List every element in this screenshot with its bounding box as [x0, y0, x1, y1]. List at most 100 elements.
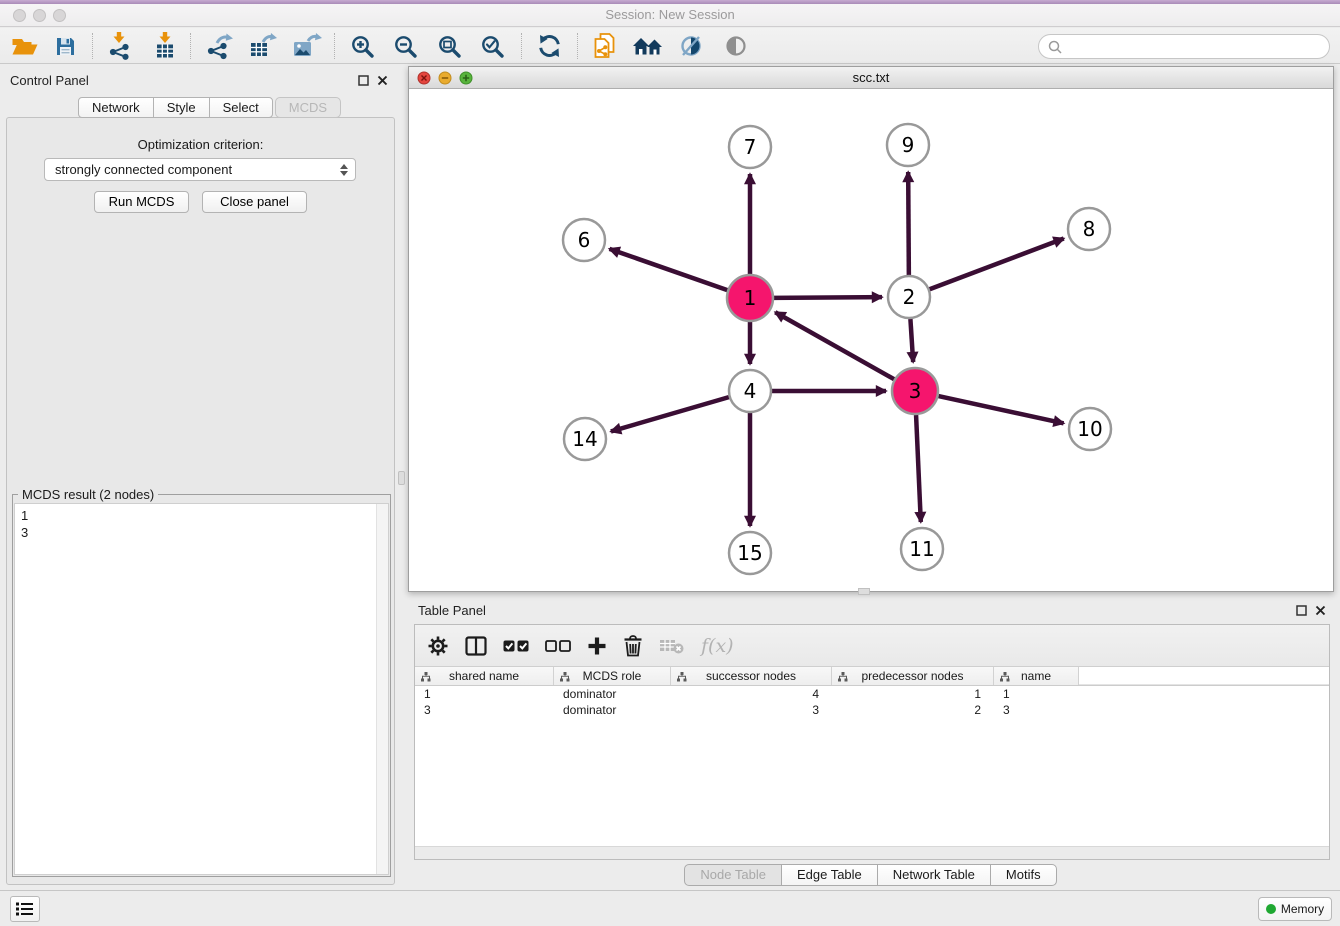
frame-close-button[interactable]: [417, 71, 431, 88]
import-table-button[interactable]: [146, 31, 184, 61]
export-table-button[interactable]: [244, 31, 282, 61]
zoom-in-button[interactable]: [343, 31, 381, 61]
deselect-all-button[interactable]: [545, 638, 571, 654]
table-tab-network-table[interactable]: Network Table: [877, 864, 991, 886]
search-box[interactable]: [1038, 34, 1330, 59]
delete-row-button[interactable]: [623, 635, 643, 657]
table-cell[interactable]: 3: [415, 702, 554, 718]
table-cell[interactable]: 1: [832, 686, 994, 702]
apply-layout-button[interactable]: [530, 31, 568, 61]
network-frame-titlebar[interactable]: scc.txt: [409, 67, 1333, 89]
column-sort-icon: [560, 671, 570, 685]
graph-edge-4-14[interactable]: [611, 397, 729, 431]
zoom-fit-button[interactable]: [430, 31, 468, 61]
result-scrollbar[interactable]: [376, 504, 388, 874]
graph-node-10[interactable]: 10: [1069, 408, 1111, 450]
graph-edge-2-8[interactable]: [930, 239, 1064, 290]
graph-node-8[interactable]: 8: [1068, 208, 1110, 250]
table-tab-node-table[interactable]: Node Table: [684, 864, 782, 886]
close-panel-button[interactable]: Close panel: [202, 191, 307, 213]
function-builder-button[interactable]: f(x): [701, 635, 734, 657]
window-title: Session: New Session: [0, 7, 1340, 22]
table-cell[interactable]: 4: [671, 686, 832, 702]
table-cell[interactable]: 3: [671, 702, 832, 718]
frame-minimize-button[interactable]: [438, 71, 452, 88]
export-image-button[interactable]: [288, 31, 326, 61]
search-input[interactable]: [1067, 37, 1329, 57]
graph-node-label: 2: [903, 285, 916, 309]
graph-node-15[interactable]: 15: [729, 532, 771, 574]
show-column-button[interactable]: [465, 636, 487, 656]
graph-node-label: 3: [909, 379, 922, 403]
column-header-shared-name[interactable]: shared name: [415, 667, 554, 685]
graph-node-4[interactable]: 4: [729, 370, 771, 412]
graph-node-3[interactable]: 3: [892, 368, 938, 414]
zoom-fit-icon: [437, 34, 462, 59]
zoom-selected-button[interactable]: [473, 31, 511, 61]
float-table-panel-icon[interactable]: [1296, 605, 1307, 616]
mcds-result-line: 1: [21, 507, 382, 524]
open-session-button[interactable]: [6, 31, 44, 61]
close-panel-icon[interactable]: [377, 75, 388, 86]
show-graphics-details-button[interactable]: [717, 31, 755, 61]
clone-network-button[interactable]: [586, 31, 624, 61]
table-cell[interactable]: dominator: [554, 702, 671, 718]
save-session-button[interactable]: [46, 31, 84, 61]
column-header-name[interactable]: name: [994, 667, 1079, 685]
control-panel-tab-mcds[interactable]: MCDS: [275, 97, 341, 118]
table-cell[interactable]: 1: [415, 686, 554, 702]
table-tab-motifs[interactable]: Motifs: [990, 864, 1057, 886]
table-row[interactable]: 1dominator411: [415, 686, 1329, 702]
column-header-MCDS-role[interactable]: MCDS role: [554, 667, 671, 685]
zoom-out-button[interactable]: [386, 31, 424, 61]
graph-node-1[interactable]: 1: [727, 275, 773, 321]
graph-node-14[interactable]: 14: [564, 418, 606, 460]
table-cell[interactable]: 3: [994, 702, 1079, 718]
column-header-successor-nodes[interactable]: successor nodes: [671, 667, 832, 685]
show-panels-button[interactable]: [10, 896, 40, 922]
graph-node-6[interactable]: 6: [563, 219, 605, 261]
graph-edge-1-2[interactable]: [774, 297, 882, 298]
graph-edge-3-10[interactable]: [938, 396, 1063, 423]
graph-edge-3-11[interactable]: [916, 415, 921, 522]
mcds-result-textarea[interactable]: 13: [14, 503, 389, 875]
graph-node-7[interactable]: 7: [729, 126, 771, 168]
table-tab-edge-table[interactable]: Edge Table: [781, 864, 878, 886]
graph-edge-2-9[interactable]: [908, 172, 909, 275]
float-panel-icon[interactable]: [358, 75, 369, 86]
graph-node-11[interactable]: 11: [901, 528, 943, 570]
home-button[interactable]: [629, 31, 667, 61]
add-row-button[interactable]: [587, 636, 607, 656]
hide-graphics-details-button[interactable]: [673, 31, 711, 61]
import-network-button[interactable]: [100, 31, 138, 61]
table-cell[interactable]: dominator: [554, 686, 671, 702]
memory-button[interactable]: Memory: [1258, 897, 1332, 921]
graph-node-label: 8: [1083, 217, 1096, 241]
criterion-dropdown[interactable]: strongly connected component: [44, 158, 356, 181]
graph-edge-3-1[interactable]: [775, 312, 894, 379]
graph-edge-1-6[interactable]: [609, 249, 727, 290]
control-panel-tab-style[interactable]: Style: [153, 97, 210, 118]
optimization-criterion-label: Optimization criterion:: [6, 137, 395, 152]
table-row[interactable]: 3dominator323: [415, 702, 1329, 718]
delete-table-button[interactable]: [659, 637, 685, 655]
run-mcds-button[interactable]: Run MCDS: [94, 191, 189, 213]
table-cell[interactable]: 2: [832, 702, 994, 718]
table-settings-button[interactable]: [427, 635, 449, 657]
vertical-splitter-handle[interactable]: [398, 471, 405, 485]
network-canvas[interactable]: 7 9 6 8 1 2 4 3 14 10 15 11: [409, 89, 1333, 591]
frame-maximize-button[interactable]: [459, 71, 473, 88]
column-header-predecessor-nodes[interactable]: predecessor nodes: [832, 667, 994, 685]
control-panel-tab-network[interactable]: Network: [78, 97, 154, 118]
graph-node-9[interactable]: 9: [887, 124, 929, 166]
close-table-panel-icon[interactable]: [1315, 605, 1326, 616]
graph-edge-2-3[interactable]: [910, 319, 913, 362]
table-cell[interactable]: 1: [994, 686, 1079, 702]
graph-node-2[interactable]: 2: [888, 276, 930, 318]
export-network-button[interactable]: [200, 31, 238, 61]
search-icon: [1048, 40, 1062, 54]
horizontal-splitter-handle[interactable]: [858, 588, 870, 595]
graph-node-label: 14: [572, 427, 597, 451]
control-panel-tab-select[interactable]: Select: [209, 97, 273, 118]
select-all-button[interactable]: [503, 638, 529, 654]
